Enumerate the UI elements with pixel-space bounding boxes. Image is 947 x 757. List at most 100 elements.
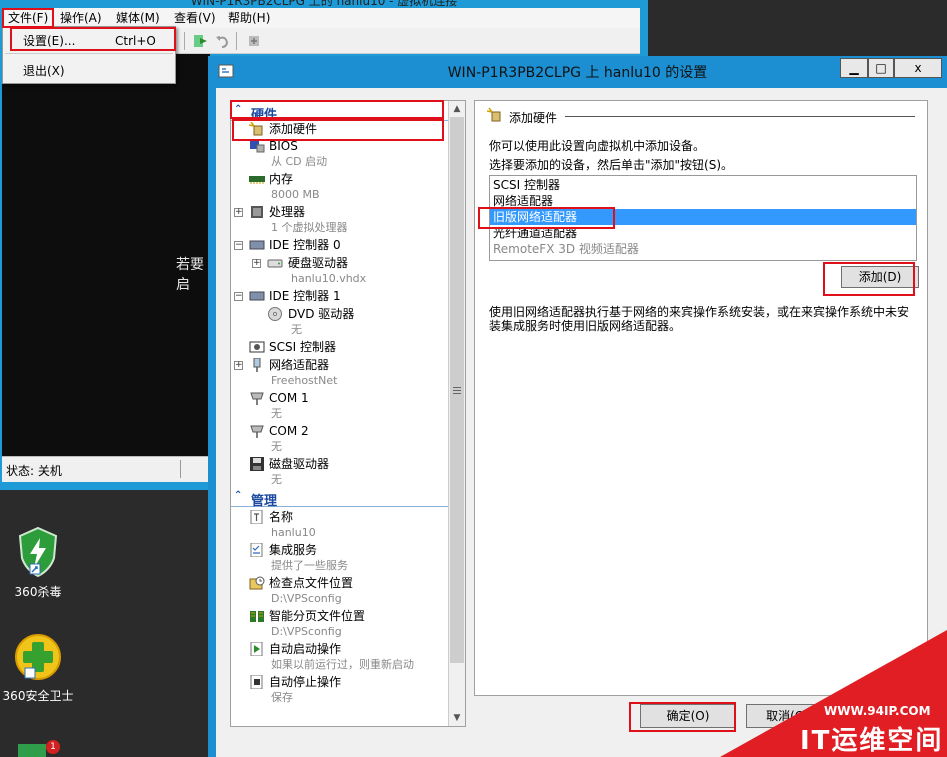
tree-scrollbar[interactable]: ▲ ▼	[448, 101, 465, 726]
vm-screen[interactable]: 若要启	[2, 54, 210, 456]
menu-item-exit[interactable]: 退出(X)	[23, 61, 65, 81]
status-bar: 状态: 关机	[2, 456, 210, 482]
notification-badge: 1	[46, 740, 60, 754]
tree-item-detail: FreehostNet	[271, 374, 338, 387]
dialog-titlebar: WIN-P1R3PB2CLPG 上 hanlu10 的设置 ▁ □ x	[208, 56, 947, 86]
ide-controller-icon	[249, 240, 265, 250]
menu-action[interactable]: 操作(A)	[56, 8, 106, 28]
annotation-box-file-menu	[2, 8, 54, 28]
tree-item-detail: 保存	[271, 691, 293, 704]
menu-media[interactable]: 媒体(M)	[112, 8, 164, 28]
tree-item-detail: hanlu10.vhdx	[291, 272, 367, 285]
device-description: 使用旧网络适配器执行基于网络的来宾操作系统安装，或在来宾操作系统中未安装集成服务…	[489, 305, 910, 333]
ide-controller-icon	[249, 291, 265, 301]
tree-item-label: COM 1	[269, 391, 309, 405]
menu-view[interactable]: 查看(V)	[170, 8, 220, 28]
device-option-scsi[interactable]: SCSI 控制器	[490, 177, 916, 193]
details-pane: 添加硬件 你可以使用此设置向虚拟机中添加设备。 选择要添加的设备，然后单击"添加…	[474, 100, 928, 696]
annotation-box-hardware-header	[230, 100, 444, 119]
processor-icon	[251, 206, 263, 218]
window-title: WIN-P1R3PB2CLPG 上的 hanlu10 - 虚拟机连接	[190, 0, 458, 8]
watermark: WWW.94IP.COM IT运维空间	[720, 630, 947, 757]
tree-item-detail: 提供了一些服务	[271, 559, 348, 572]
menu-bar: 文件(F) 操作(A) 媒体(M) 查看(V) 帮助(H)	[2, 8, 640, 28]
scroll-down-icon[interactable]: ▼	[449, 710, 465, 726]
hard-drive-icon	[267, 259, 283, 268]
tree-item-label: 硬盘驱动器	[288, 256, 349, 270]
tree-item-label: 名称	[269, 510, 294, 524]
expand-icon[interactable]: +	[252, 259, 261, 268]
tree-item-detail: 无	[271, 407, 282, 420]
smart-paging-icon	[250, 611, 264, 622]
desktop-icon-360-safe[interactable]: 360安全卫士	[0, 632, 78, 704]
bios-icon	[250, 141, 265, 153]
collapse-icon: ⌃	[234, 490, 243, 501]
grip-icon	[453, 387, 461, 394]
watermark-url: WWW.94IP.COM	[824, 704, 931, 718]
minimize-button[interactable]: ▁	[840, 58, 868, 78]
dropdown-divider	[5, 53, 173, 54]
dialog-title: WIN-P1R3PB2CLPG 上 hanlu10 的设置	[447, 65, 708, 81]
annotation-box-legacy-adapter	[478, 207, 615, 229]
pane-intro-text: 你可以使用此设置向虚拟机中添加设备。	[489, 139, 706, 153]
maximize-button[interactable]: □	[868, 58, 894, 78]
undo-icon[interactable]	[214, 33, 230, 49]
desktop-icon-label: 360安全卫士	[2, 689, 74, 703]
app-icon	[18, 744, 46, 757]
tree-item-label: 检查点文件位置	[269, 576, 354, 590]
pane-instruction-text: 选择要添加的设备，然后单击"添加"按钮(S)。	[489, 158, 734, 172]
tree-item-detail: 无	[271, 440, 282, 453]
expand-icon[interactable]: +	[234, 361, 243, 370]
collapse-icon[interactable]: −	[234, 292, 243, 301]
device-option-remotefx[interactable]: RemoteFX 3D 视频适配器	[490, 241, 916, 257]
scsi-controller-icon	[249, 341, 265, 353]
shield-icon	[18, 526, 58, 578]
tree-item-label: SCSI 控制器	[269, 340, 336, 354]
plus-badge-icon	[15, 634, 61, 680]
menu-help[interactable]: 帮助(H)	[224, 8, 274, 28]
tree-item-label: IDE 控制器 0	[269, 238, 341, 252]
tree-item-detail: 无	[291, 323, 302, 336]
tree-item-label: COM 2	[269, 424, 309, 438]
share-icon[interactable]	[246, 33, 262, 49]
auto-stop-icon	[250, 675, 263, 689]
toolbar-separator	[184, 32, 185, 50]
collapse-icon[interactable]: −	[234, 241, 243, 250]
taskbar-app-icon[interactable]: 1	[18, 740, 60, 757]
scroll-up-icon[interactable]: ▲	[449, 101, 465, 117]
status-text: 状态: 关机	[6, 464, 62, 478]
integration-services-icon	[250, 543, 263, 557]
add-hardware-icon	[487, 107, 501, 122]
section-label: 管理	[251, 494, 278, 509]
com-port-icon	[250, 392, 264, 405]
tree-item-detail: hanlu10	[271, 526, 316, 539]
expand-icon[interactable]: +	[234, 208, 243, 217]
tree-item-label: 网络适配器	[269, 358, 330, 372]
tree-item-detail: 1 个虚拟处理器	[271, 221, 348, 234]
tree-item-label: 智能分页文件位置	[269, 609, 366, 623]
pane-header: 添加硬件	[509, 111, 558, 125]
scroll-thumb[interactable]	[450, 117, 464, 663]
floppy-icon	[250, 457, 264, 471]
watermark-brand: IT运维空间	[800, 726, 944, 756]
memory-icon	[249, 176, 265, 184]
status-separator	[180, 460, 181, 478]
header-rule	[565, 116, 915, 117]
checkpoint-icon	[249, 576, 265, 590]
auto-start-icon	[250, 642, 263, 656]
tree-item-detail: D:\VPSconfig	[271, 625, 342, 638]
tree-item-label: DVD 驱动器	[288, 307, 355, 321]
desktop-icon-label: 360杀毒	[14, 585, 62, 599]
tree-item-detail: D:\VPSconfig	[271, 592, 342, 605]
start-icon[interactable]	[192, 33, 208, 49]
annotation-box-add-hardware	[232, 119, 444, 141]
close-button[interactable]: x	[894, 58, 942, 78]
tree-item-label: 集成服务	[269, 543, 318, 557]
vm-screen-text: 若要启	[176, 257, 204, 293]
tree-item-detail: 无	[271, 473, 282, 486]
tree-item-detail: 8000 MB	[271, 188, 320, 201]
tree-item-label: 处理器	[269, 205, 306, 219]
section-management[interactable]: ⌃ 管理	[231, 489, 450, 509]
toolbar-separator	[236, 32, 237, 50]
desktop-icon-360-antivirus[interactable]: 360杀毒	[0, 526, 78, 600]
